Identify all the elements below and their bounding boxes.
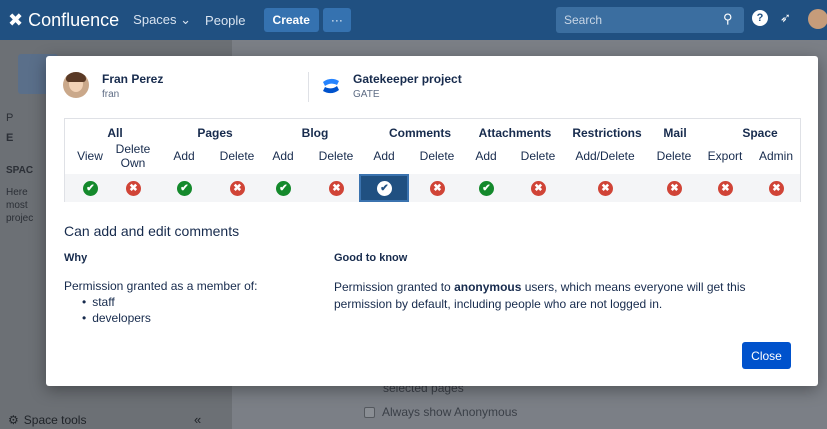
denied-cross-icon[interactable]: ✖: [718, 181, 733, 196]
search-input[interactable]: Search: [556, 7, 744, 33]
why-heading: Why: [64, 252, 88, 264]
header-divider: [308, 72, 309, 102]
sidebar-section-label: SPAC: [6, 165, 34, 176]
denied-cross-icon[interactable]: ✖: [769, 181, 784, 196]
confluence-logo[interactable]: ✖ Confluence: [8, 10, 119, 31]
column-header-mail-delete: Delete: [656, 149, 692, 163]
column-header-restrictions: Add/Delete: [575, 149, 635, 163]
search-icon[interactable]: ⚲: [723, 11, 733, 27]
collapse-sidebar-button[interactable]: «: [194, 412, 201, 427]
column-header-export: Export: [707, 149, 743, 163]
good-to-know-heading: Good to know: [334, 252, 408, 264]
top-navigation-bar: ✖ Confluence Spaces ⌄ People Create ··· …: [0, 0, 827, 40]
create-button[interactable]: Create: [263, 8, 319, 32]
denied-cross-icon[interactable]: ✖: [329, 181, 344, 196]
space-key: GATE: [353, 89, 380, 100]
space-icon: [323, 78, 339, 94]
help-icon[interactable]: ?: [752, 10, 768, 26]
sidebar-desc-line: Here: [6, 187, 28, 198]
why-text: Permission granted as a member of:: [64, 279, 258, 293]
column-header-attachments-delete: Delete: [520, 149, 556, 163]
granted-check-icon[interactable]: ✔: [83, 181, 98, 196]
list-item: staff: [82, 294, 151, 310]
group-list: staff developers: [82, 294, 151, 326]
space-tools-button[interactable]: ⚙ Space tools: [8, 413, 86, 427]
column-header-delete-own: Delete Own: [115, 142, 151, 170]
selected-permission-cell[interactable]: ✔: [359, 174, 409, 202]
brand-name: Confluence: [28, 9, 120, 30]
bg-always-show-checkbox[interactable]: [364, 407, 375, 418]
group-header-attachments: Attachments: [478, 126, 552, 140]
notifications-icon[interactable]: ➶: [780, 10, 791, 26]
permission-detail-title: Can add and edit comments: [64, 223, 240, 239]
good-to-know-bold: anonymous: [454, 280, 522, 294]
space-name: Gatekeeper project: [353, 72, 462, 86]
user-avatar: [63, 72, 89, 98]
nav-spaces[interactable]: Spaces ⌄: [133, 12, 191, 28]
good-to-know-text: Permission granted to anonymous users, w…: [334, 279, 804, 313]
group-header-restrictions: Restrictions: [572, 126, 642, 140]
user-handle: fran: [102, 89, 120, 100]
permission-table: All Pages Blog Comments Attachments Rest…: [64, 118, 801, 202]
column-header-attachments-add: Add: [475, 149, 497, 163]
column-header-blog-delete: Delete: [318, 149, 354, 163]
column-header-comments-add: Add: [373, 149, 395, 163]
confluence-logo-icon: ✖: [8, 9, 24, 30]
good-to-know-prefix: Permission granted to: [334, 280, 455, 294]
bg-always-show-label: Always show Anonymous: [382, 405, 518, 419]
space-tools-label: Space tools: [23, 413, 87, 427]
sidebar-item-pages[interactable]: P: [6, 112, 13, 124]
denied-cross-icon[interactable]: ✖: [126, 181, 141, 196]
denied-cross-icon[interactable]: ✖: [598, 181, 613, 196]
more-create-button[interactable]: ···: [322, 8, 351, 32]
granted-check-icon[interactable]: ✔: [377, 181, 392, 196]
denied-cross-icon[interactable]: ✖: [230, 181, 245, 196]
column-header-admin: Admin: [758, 149, 793, 163]
sidebar-desc-line: projec: [6, 213, 34, 224]
column-header-view: View: [77, 149, 103, 163]
dialog-header: Fran Perez fran Gatekeeper project GATE: [46, 56, 818, 116]
group-header-mail: Mail: [663, 126, 687, 140]
user-name: Fran Perez: [102, 72, 164, 86]
sidebar-item-blog[interactable]: E: [6, 132, 13, 144]
granted-check-icon[interactable]: ✔: [276, 181, 291, 196]
group-header-comments: Comments: [388, 126, 451, 140]
group-header-pages: Pages: [197, 126, 233, 140]
close-button[interactable]: Close: [742, 342, 791, 369]
nav-people[interactable]: People: [205, 13, 245, 28]
permission-dialog: Fran Perez fran Gatekeeper project GATE …: [46, 56, 818, 386]
sidebar-desc-line: most: [6, 200, 28, 211]
column-header-comments-delete: Delete: [419, 149, 455, 163]
denied-cross-icon[interactable]: ✖: [667, 181, 682, 196]
group-header-space: Space: [742, 126, 778, 140]
column-header-pages-add: Add: [173, 149, 195, 163]
denied-cross-icon[interactable]: ✖: [531, 181, 546, 196]
permission-status-row: ✔ ✖ ✔ ✖ ✔ ✖ ✔ ✖ ✔ ✖ ✖ ✖ ✖ ✖: [65, 174, 800, 202]
granted-check-icon[interactable]: ✔: [177, 181, 192, 196]
denied-cross-icon[interactable]: ✖: [430, 181, 445, 196]
gear-icon: ⚙: [8, 413, 19, 427]
group-header-all: All: [107, 126, 123, 140]
column-header-blog-add: Add: [272, 149, 294, 163]
list-item: developers: [82, 310, 151, 326]
column-header-pages-delete: Delete: [219, 149, 255, 163]
group-header-blog: Blog: [301, 126, 329, 140]
user-avatar-menu[interactable]: [808, 9, 827, 29]
granted-check-icon[interactable]: ✔: [479, 181, 494, 196]
